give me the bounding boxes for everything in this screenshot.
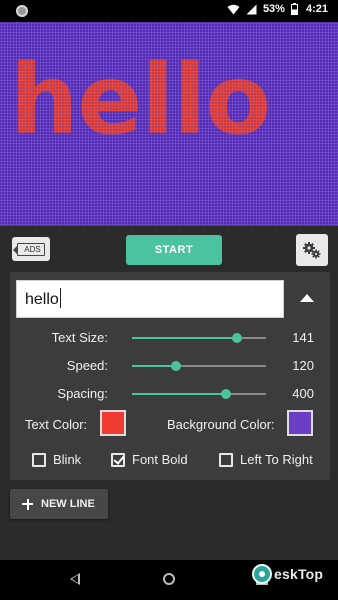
collapse-arrow-icon[interactable] xyxy=(300,294,314,302)
back-icon[interactable] xyxy=(70,573,80,585)
status-bar: 53% 4:21 xyxy=(0,0,338,22)
text-caret xyxy=(59,288,61,308)
slider-fill xyxy=(132,393,226,395)
slider-thumb[interactable] xyxy=(171,361,182,371)
gear-icon xyxy=(303,242,321,259)
toolbar: ADS START xyxy=(0,226,338,272)
speed-value: 120 xyxy=(292,358,314,373)
font-bold-checkbox[interactable]: Font Bold xyxy=(111,452,188,467)
watermark: eskTop xyxy=(252,562,323,586)
blink-checkbox[interactable]: Blink xyxy=(32,452,81,467)
checkbox-icon xyxy=(111,452,125,467)
spacing-row: Spacing: 400 xyxy=(10,384,330,404)
start-button[interactable]: START xyxy=(126,235,222,265)
speed-label: Speed: xyxy=(66,358,108,373)
speed-row: Speed: 120 xyxy=(10,356,330,376)
left-to-right-checkbox[interactable]: Left To Right xyxy=(219,452,313,467)
text-size-label: Text Size: xyxy=(51,330,108,345)
options-row: Blink Font Bold Left To Right xyxy=(10,450,330,472)
new-line-label: NEW LINE xyxy=(41,498,95,510)
blink-label: Blink xyxy=(53,452,82,467)
text-input-value: hello xyxy=(25,291,59,308)
led-preview: hello xyxy=(0,22,338,226)
slider-thumb[interactable] xyxy=(231,333,242,343)
wifi-icon xyxy=(227,4,240,14)
text-color-label: Text Color: xyxy=(25,417,88,432)
left-to-right-label: Left To Right xyxy=(240,452,313,467)
slider-thumb[interactable] xyxy=(220,389,231,399)
ads-tag-icon: ADS xyxy=(13,242,45,256)
home-icon[interactable] xyxy=(163,573,175,585)
font-bold-label: Font Bold xyxy=(132,452,188,467)
background-color-label: Background Color: xyxy=(167,417,275,432)
clock: 4:21 xyxy=(305,3,328,15)
slider-fill xyxy=(132,337,237,339)
battery-percent: 53% xyxy=(262,3,285,15)
status-right: 53% 4:21 xyxy=(227,3,328,15)
spacing-label: Spacing: xyxy=(57,386,108,401)
text-size-value: 141 xyxy=(292,330,314,345)
color-row: Text Color: Background Color: xyxy=(10,410,330,438)
app-screen: 53% 4:21 hello ADS START hello Text Size… xyxy=(0,0,338,600)
ads-button[interactable]: ADS xyxy=(12,237,50,261)
watermark-text: eskTop xyxy=(274,566,324,582)
notification-icon xyxy=(16,5,28,17)
text-color-swatch[interactable] xyxy=(100,410,126,436)
settings-button[interactable] xyxy=(296,234,328,266)
text-size-slider[interactable] xyxy=(132,333,266,343)
line-editor-panel: hello Text Size: 141 Speed: 120 Spacing: xyxy=(10,272,330,480)
background-color-swatch[interactable] xyxy=(287,410,313,436)
plus-icon xyxy=(22,498,33,510)
battery-icon xyxy=(290,3,298,15)
signal-icon xyxy=(246,4,257,14)
text-size-row: Text Size: 141 xyxy=(10,328,330,348)
slider-fill xyxy=(132,365,177,367)
new-line-button[interactable]: NEW LINE xyxy=(10,489,108,519)
preview-text: hello xyxy=(10,44,271,156)
checkbox-icon xyxy=(32,452,46,467)
spacing-slider[interactable] xyxy=(132,389,266,399)
speed-slider[interactable] xyxy=(132,361,266,371)
checkbox-icon xyxy=(219,452,233,467)
watermark-logo-icon xyxy=(252,564,272,584)
spacing-value: 400 xyxy=(292,386,314,401)
text-input[interactable]: hello xyxy=(16,280,284,318)
